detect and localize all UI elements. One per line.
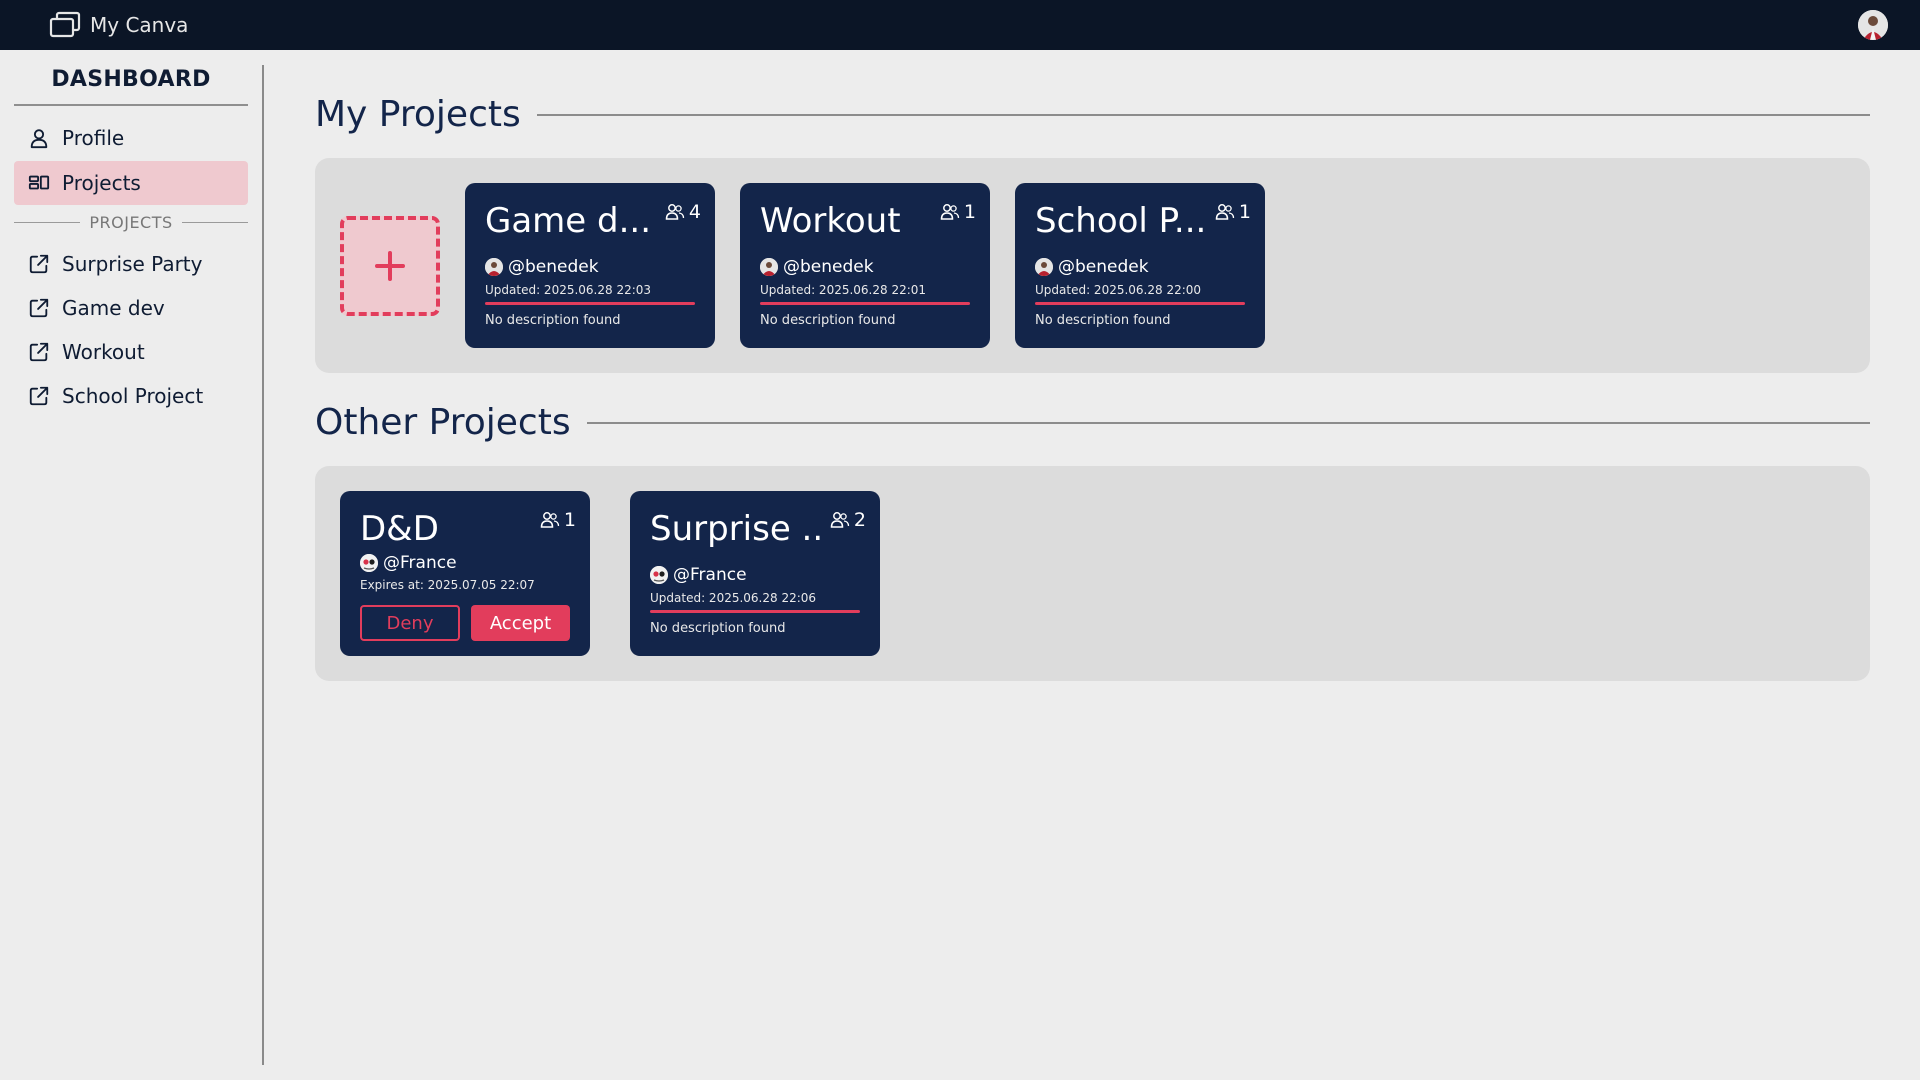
deny-button[interactable]: Deny <box>360 605 460 641</box>
owner-name: @France <box>673 565 747 585</box>
users-icon <box>665 204 685 220</box>
canva-logo-icon <box>49 11 81 38</box>
users-icon <box>940 204 960 220</box>
sidebar-section-label: PROJECTS <box>89 212 173 232</box>
sidebar-item-label: Surprise Party <box>62 252 203 276</box>
sidebar-title: DASHBOARD <box>51 67 211 92</box>
sidebar-item-label: Projects <box>62 171 141 195</box>
member-count-value: 1 <box>963 201 976 223</box>
project-owner: @France <box>360 553 457 573</box>
member-count-value: 2 <box>853 509 866 531</box>
divider <box>181 221 249 223</box>
updated-timestamp: Updated: 2025.06.28 22:06 <box>650 591 817 605</box>
project-description: No description found <box>650 621 786 636</box>
project-card[interactable]: Game d... 4 @benedek Updated: 2025.06.28… <box>465 183 715 348</box>
project-owner: @benedek <box>760 257 874 277</box>
invite-expiry: Expires at: 2025.07.05 22:07 <box>360 578 535 592</box>
sidebar: DASHBOARD Profile Projects PROJECTS Surp… <box>0 50 264 1065</box>
users-icon <box>540 512 560 528</box>
owner-name: @benedek <box>1058 257 1149 277</box>
user-icon <box>30 129 48 149</box>
project-title: School P... <box>1035 201 1205 241</box>
sidebar-project-surprise-party[interactable]: Surprise Party <box>14 242 248 286</box>
project-title: D&D <box>360 509 439 549</box>
sidebar-item-label: Game dev <box>62 296 165 320</box>
updated-timestamp: Updated: 2025.06.28 22:01 <box>760 283 927 297</box>
app-brand[interactable]: My Canva <box>49 11 188 39</box>
card-accent-bar <box>760 302 970 305</box>
users-icon <box>830 512 850 528</box>
owner-avatar <box>1035 258 1053 276</box>
external-link-icon <box>29 342 49 362</box>
sidebar-item-profile[interactable]: Profile <box>14 116 248 160</box>
section-title: My Projects <box>315 94 521 135</box>
owner-avatar <box>485 258 503 276</box>
sidebar-divider <box>262 65 264 1065</box>
my-projects-header: My Projects <box>315 94 1870 135</box>
sidebar-item-label: Profile <box>62 126 125 150</box>
member-count: 1 <box>1215 201 1251 223</box>
member-count: 2 <box>830 509 866 531</box>
sidebar-section-projects: PROJECTS <box>14 212 249 232</box>
owner-avatar <box>650 566 668 584</box>
project-title: Workout <box>760 201 901 241</box>
project-card[interactable]: School P... 1 @benedek Updated: 2025.06.… <box>1015 183 1265 348</box>
projects-icon <box>28 175 50 190</box>
avatar-image <box>1858 10 1888 40</box>
my-projects-panel: Game d... 4 @benedek Updated: 2025.06.28… <box>315 158 1870 373</box>
section-divider <box>586 421 1870 424</box>
users-icon <box>1215 204 1235 220</box>
project-description: No description found <box>485 313 621 328</box>
project-owner: @France <box>650 565 747 585</box>
project-owner: @benedek <box>485 257 599 277</box>
external-link-icon <box>29 386 49 406</box>
owner-name: @benedek <box>508 257 599 277</box>
card-accent-bar <box>1035 302 1245 305</box>
owner-name: @benedek <box>783 257 874 277</box>
sidebar-project-school-project[interactable]: School Project <box>14 374 248 418</box>
member-count-value: 4 <box>688 201 701 223</box>
member-count-value: 1 <box>1238 201 1251 223</box>
other-projects-header: Other Projects <box>315 402 1870 443</box>
sidebar-title-divider <box>14 104 248 106</box>
owner-name: @France <box>383 553 457 573</box>
invite-card: D&D 1 @France Expires at: 2025.07.05 22:… <box>340 491 590 656</box>
project-title: Game d... <box>485 201 652 241</box>
updated-timestamp: Updated: 2025.06.28 22:00 <box>1035 283 1202 297</box>
accept-button[interactable]: Accept <box>471 605 570 641</box>
project-description: No description found <box>760 313 896 328</box>
divider <box>14 221 81 223</box>
owner-avatar <box>360 554 378 572</box>
project-owner: @benedek <box>1035 257 1149 277</box>
project-card[interactable]: Surprise ... 2 @France Updated: 2025.06.… <box>630 491 880 656</box>
top-bar: My Canva <box>0 0 1920 50</box>
app-title: My Canva <box>90 13 189 37</box>
project-description: No description found <box>1035 313 1171 328</box>
sidebar-item-label: School Project <box>62 384 204 408</box>
plus-icon <box>375 251 405 281</box>
sidebar-project-workout[interactable]: Workout <box>14 330 248 374</box>
section-divider <box>536 113 1870 116</box>
member-count: 1 <box>540 509 576 531</box>
project-card[interactable]: Workout 1 @benedek Updated: 2025.06.28 2… <box>740 183 990 348</box>
sidebar-item-label: Workout <box>62 340 145 364</box>
member-count-value: 1 <box>563 509 576 531</box>
sidebar-project-game-dev[interactable]: Game dev <box>14 286 248 330</box>
sidebar-item-projects[interactable]: Projects <box>14 161 248 205</box>
member-count: 4 <box>665 201 701 223</box>
member-count: 1 <box>940 201 976 223</box>
external-link-icon <box>29 254 49 274</box>
user-avatar[interactable] <box>1858 10 1888 40</box>
project-title: Surprise ... <box>650 509 820 549</box>
add-project-button[interactable] <box>340 216 440 316</box>
external-link-icon <box>29 298 49 318</box>
section-title: Other Projects <box>315 402 571 443</box>
owner-avatar <box>760 258 778 276</box>
updated-timestamp: Updated: 2025.06.28 22:03 <box>485 283 652 297</box>
card-accent-bar <box>650 610 860 613</box>
card-accent-bar <box>485 302 695 305</box>
other-projects-panel: D&D 1 @France Expires at: 2025.07.05 22:… <box>315 466 1870 681</box>
